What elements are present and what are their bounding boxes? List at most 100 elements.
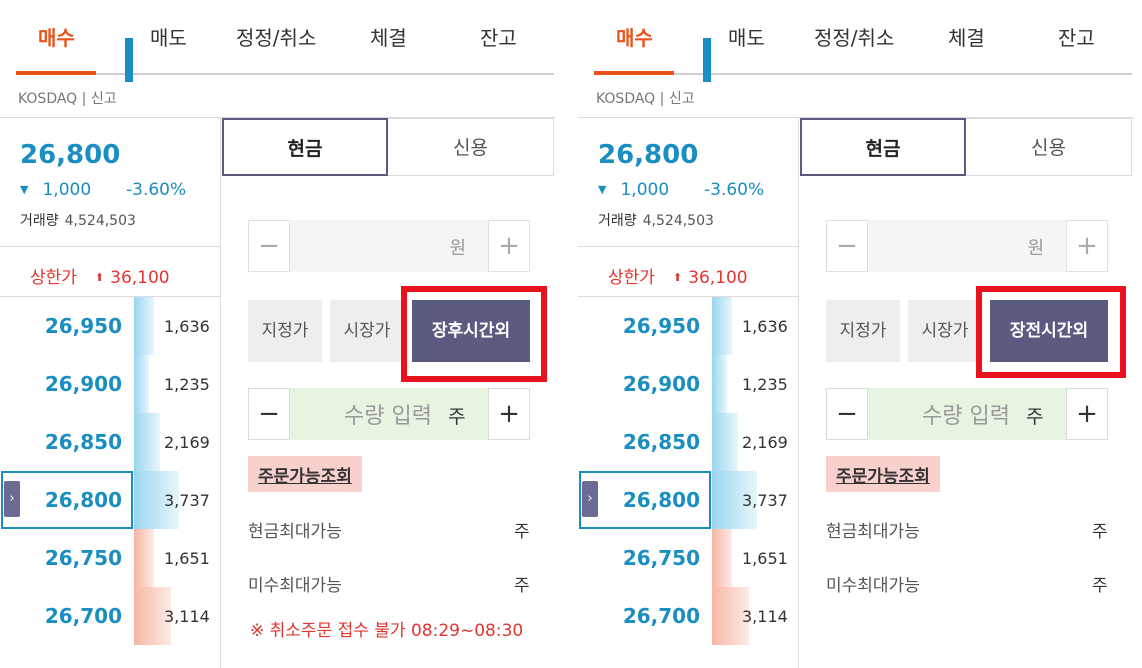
tab-balance[interactable]: 잔고 xyxy=(1058,22,1095,51)
volume-bar xyxy=(134,355,149,413)
orderbook-qty: 2,169 xyxy=(742,433,788,452)
active-tab-indicator xyxy=(16,71,96,75)
quantity-increase-button[interactable]: + xyxy=(1066,388,1108,440)
quantity-unit: 주 xyxy=(1026,406,1044,428)
orderbook-price: 26,950 xyxy=(44,314,122,338)
volume-bar xyxy=(134,413,160,471)
tab-credit[interactable]: 신용 xyxy=(966,118,1132,176)
orderbook-price: 26,900 xyxy=(44,372,122,396)
change-value: 1,000 xyxy=(620,180,670,200)
change-value: 1,000 xyxy=(42,180,92,200)
divider xyxy=(798,118,799,668)
volume-bar xyxy=(134,297,154,355)
credit-max-label: 미수최대가능 xyxy=(826,576,920,596)
chevron-right-icon[interactable]: › xyxy=(582,481,598,517)
current-price-bar xyxy=(703,38,711,82)
orderbook-row[interactable]: 26,700 3,114 xyxy=(578,587,798,645)
orderbook-qty: 3,114 xyxy=(742,607,788,626)
volume-bar xyxy=(712,413,738,471)
change-rate: -3.60% xyxy=(704,180,765,200)
order-panel-after-hours: 매수 매도 정정/취소 체결 잔고 KOSDAQ | 신고 26,800 ▼ 1,… xyxy=(0,0,556,668)
down-arrow-icon: ▼ xyxy=(20,183,29,196)
orderbook-qty: 3,737 xyxy=(742,491,788,510)
credit-max-unit: 주 xyxy=(1092,576,1108,596)
tab-modify-cancel[interactable]: 정정/취소 xyxy=(814,22,894,51)
price-decrease-button[interactable]: − xyxy=(248,220,290,272)
tab-balance[interactable]: 잔고 xyxy=(480,22,517,51)
available-order-link[interactable]: 주문가능조회 xyxy=(826,456,940,492)
volume-bar xyxy=(712,355,727,413)
volume-value: 4,524,503 xyxy=(642,213,714,229)
current-price: 26,800 xyxy=(598,140,699,170)
upper-limit-label: 상한가 xyxy=(608,268,655,288)
volume-bar xyxy=(134,529,154,587)
upper-limit: 상한가 ⬆ 36,100 xyxy=(608,263,748,288)
volume-bar xyxy=(712,297,732,355)
tab-cash[interactable]: 현금 xyxy=(222,118,388,176)
price-input-row: − 원 + xyxy=(248,220,530,272)
current-price: 26,800 xyxy=(20,140,121,170)
tab-sell[interactable]: 매도 xyxy=(728,22,765,51)
chevron-right-icon[interactable]: › xyxy=(4,481,20,517)
up-arrow-icon: ⬆ xyxy=(94,271,105,284)
down-arrow-icon: ▼ xyxy=(598,183,607,196)
change-rate: -3.60% xyxy=(126,180,187,200)
volume-bar xyxy=(712,529,732,587)
order-panel-pre-market: 매수 매도 정정/취소 체결 잔고 KOSDAQ | 신고 26,800 ▼ 1,… xyxy=(578,0,1134,668)
orderbook-price: 26,850 xyxy=(622,430,700,454)
quantity-increase-button[interactable]: + xyxy=(488,388,530,440)
orderbook-row[interactable]: 26,850 2,169 xyxy=(578,413,798,471)
orderbook-qty: 3,114 xyxy=(164,607,210,626)
order-type-market[interactable]: 시장가 xyxy=(908,300,982,362)
price-increase-button[interactable]: + xyxy=(1066,220,1108,272)
orderbook-price: 26,850 xyxy=(44,430,122,454)
orderbook-price: 26,950 xyxy=(622,314,700,338)
order-type-limit[interactable]: 지정가 xyxy=(826,300,900,362)
orderbook-price: 26,800 xyxy=(44,488,122,512)
highlight-box xyxy=(401,286,547,382)
up-arrow-icon: ⬆ xyxy=(672,271,683,284)
cash-max-unit: 주 xyxy=(514,522,530,542)
available-order-link[interactable]: 주문가능조회 xyxy=(248,456,362,492)
order-type-market[interactable]: 시장가 xyxy=(330,300,404,362)
quantity-placeholder: 수량 입력 xyxy=(922,404,1010,429)
divider xyxy=(0,246,220,247)
tab-executions[interactable]: 체결 xyxy=(370,22,407,51)
orderbook-row[interactable]: 26,850 2,169 xyxy=(0,413,220,471)
divider xyxy=(578,246,798,247)
volume: 거래량 4,524,503 xyxy=(20,210,136,230)
orderbook-qty: 2,169 xyxy=(164,433,210,452)
price-decrease-button[interactable]: − xyxy=(826,220,868,272)
orderbook-row[interactable]: 26,750 1,651 xyxy=(0,529,220,587)
active-tab-indicator xyxy=(594,71,674,75)
tab-credit[interactable]: 신용 xyxy=(388,118,554,176)
tab-cash[interactable]: 현금 xyxy=(800,118,966,176)
price-increase-button[interactable]: + xyxy=(488,220,530,272)
order-tabs: 매수 매도 정정/취소 체결 잔고 xyxy=(16,0,554,75)
orderbook-row[interactable]: 26,950 1,636 xyxy=(578,297,798,355)
tab-buy[interactable]: 매수 xyxy=(38,22,75,51)
tab-modify-cancel[interactable]: 정정/취소 xyxy=(236,22,316,51)
orderbook-row[interactable]: 26,950 1,636 xyxy=(0,297,220,355)
credit-max-unit: 주 xyxy=(514,576,530,596)
order-type-limit[interactable]: 지정가 xyxy=(248,300,322,362)
tab-executions[interactable]: 체결 xyxy=(948,22,985,51)
tab-buy[interactable]: 매수 xyxy=(616,22,653,51)
orderbook-row[interactable]: 26,900 1,235 xyxy=(0,355,220,413)
orderbook-row[interactable]: 26,750 1,651 xyxy=(578,529,798,587)
price-change: ▼ 1,000 -3.60% xyxy=(20,180,186,200)
orderbook-row[interactable]: 26,700 3,114 xyxy=(0,587,220,645)
tab-sell[interactable]: 매도 xyxy=(150,22,187,51)
quantity-input-row: − 수량 입력 주 + xyxy=(826,388,1108,440)
quantity-placeholder: 수량 입력 xyxy=(344,404,432,429)
credit-type-tabs: 현금 신용 xyxy=(800,118,1132,176)
orderbook-row-current[interactable]: › 26,800 3,737 xyxy=(578,471,798,529)
quantity-decrease-button[interactable]: − xyxy=(248,388,290,440)
credit-type-tabs: 현금 신용 xyxy=(222,118,554,176)
orderbook-row-current[interactable]: › 26,800 3,737 xyxy=(0,471,220,529)
quantity-decrease-button[interactable]: − xyxy=(826,388,868,440)
upper-limit-value: 36,100 xyxy=(688,268,748,288)
orderbook-row[interactable]: 26,900 1,235 xyxy=(578,355,798,413)
upper-limit-value: 36,100 xyxy=(110,268,170,288)
volume-value: 4,524,503 xyxy=(64,213,136,229)
